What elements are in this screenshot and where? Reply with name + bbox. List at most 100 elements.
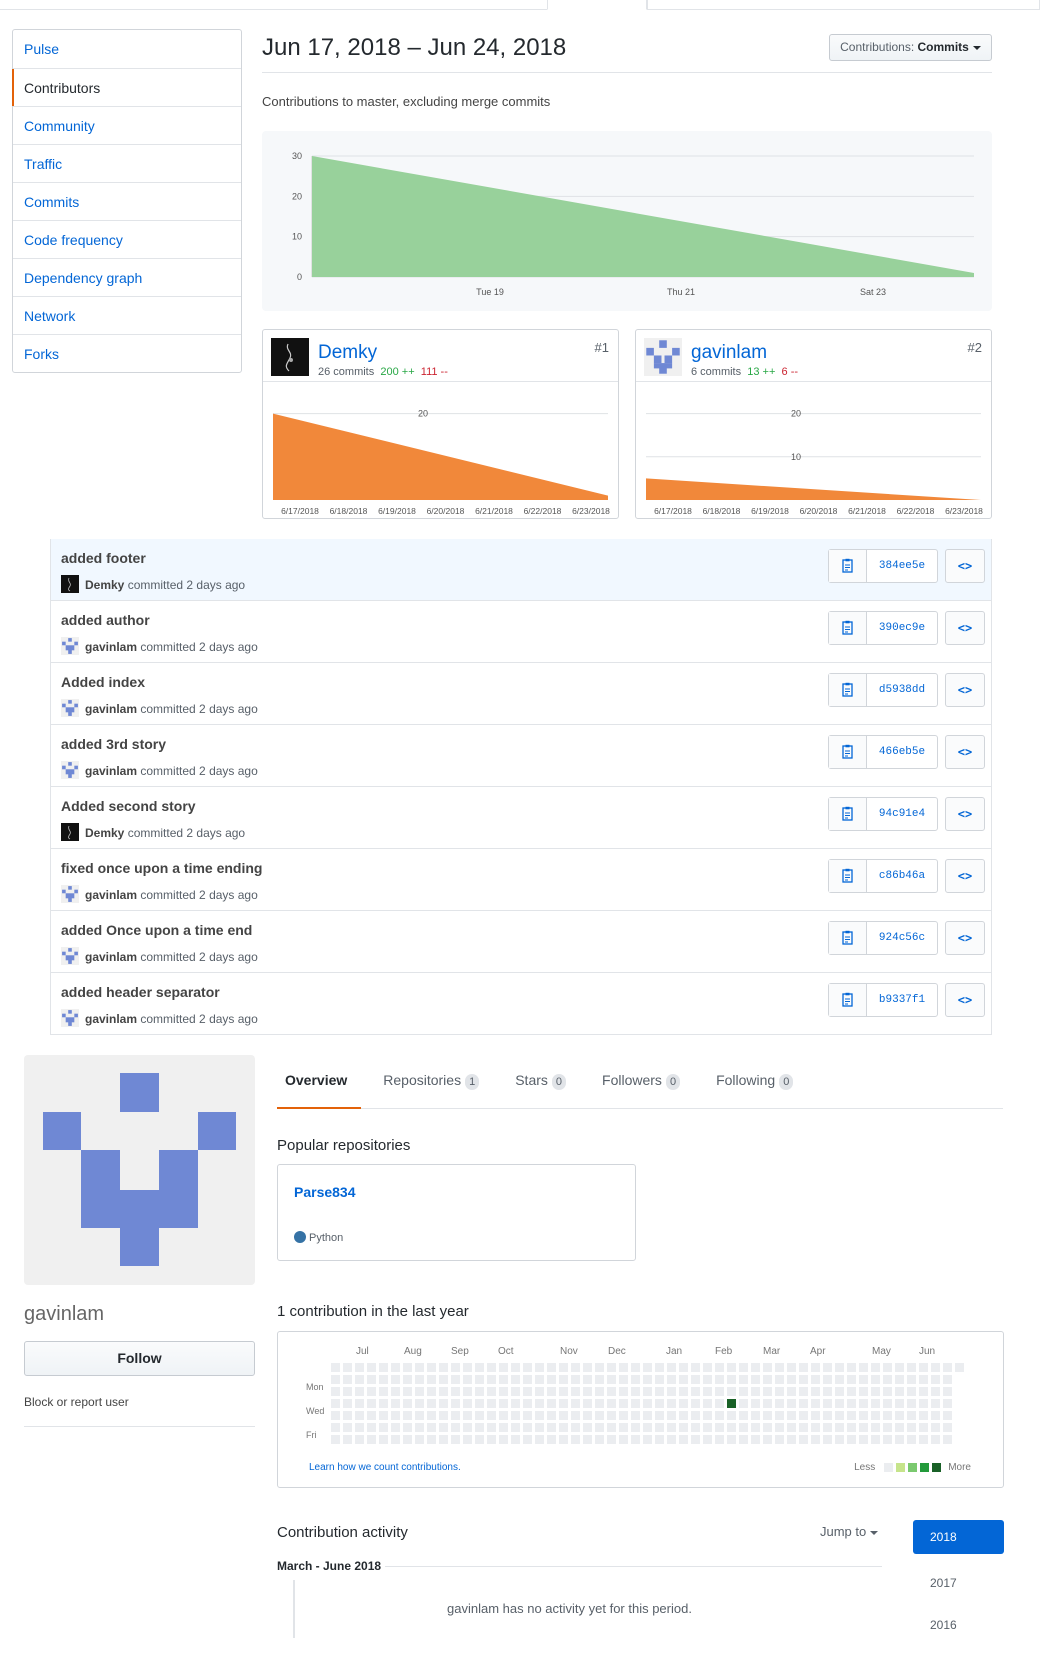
demky-avatar[interactable] — [271, 338, 309, 376]
calendar-day[interactable] — [715, 1387, 724, 1396]
calendar-day[interactable] — [379, 1387, 388, 1396]
calendar-day[interactable] — [883, 1423, 892, 1432]
calendar-day[interactable] — [907, 1435, 916, 1444]
calendar-day[interactable] — [535, 1411, 544, 1420]
calendar-day[interactable] — [691, 1363, 700, 1372]
calendar-day[interactable] — [667, 1399, 676, 1408]
calendar-day[interactable] — [799, 1411, 808, 1420]
calendar-day[interactable] — [403, 1387, 412, 1396]
calendar-day[interactable] — [415, 1387, 424, 1396]
calendar-day[interactable] — [799, 1435, 808, 1444]
commit-author[interactable]: Demky — [85, 826, 124, 840]
top-tab[interactable] — [647, 0, 1040, 10]
calendar-day[interactable] — [739, 1375, 748, 1384]
calendar-day[interactable] — [859, 1375, 868, 1384]
calendar-day[interactable] — [943, 1387, 952, 1396]
calendar-day[interactable] — [871, 1387, 880, 1396]
calendar-day[interactable] — [559, 1411, 568, 1420]
browse-files-button[interactable]: <> — [945, 983, 985, 1017]
calendar-day[interactable] — [943, 1399, 952, 1408]
calendar-day[interactable] — [571, 1423, 580, 1432]
commit-sha-link[interactable]: 384ee5e — [867, 550, 937, 582]
calendar-day[interactable] — [895, 1423, 904, 1432]
calendar-day[interactable] — [547, 1423, 556, 1432]
calendar-day[interactable] — [487, 1411, 496, 1420]
calendar-day[interactable] — [679, 1387, 688, 1396]
calendar-day[interactable] — [523, 1423, 532, 1432]
calendar-day[interactable] — [739, 1387, 748, 1396]
author-avatar[interactable] — [61, 575, 79, 593]
calendar-day[interactable] — [571, 1363, 580, 1372]
tab-followers[interactable]: Followers 0 — [594, 1064, 694, 1109]
calendar-day[interactable] — [787, 1411, 796, 1420]
contributor-name[interactable]: gavinlam — [691, 342, 767, 364]
calendar-day[interactable] — [559, 1399, 568, 1408]
calendar-day[interactable] — [415, 1399, 424, 1408]
calendar-day[interactable] — [463, 1423, 472, 1432]
calendar-day[interactable] — [439, 1435, 448, 1444]
calendar-day[interactable] — [343, 1375, 352, 1384]
calendar-day[interactable] — [631, 1363, 640, 1372]
calendar-day[interactable] — [595, 1363, 604, 1372]
calendar-day[interactable] — [343, 1411, 352, 1420]
calendar-day[interactable] — [355, 1423, 364, 1432]
calendar-day[interactable] — [439, 1399, 448, 1408]
calendar-day[interactable] — [871, 1375, 880, 1384]
calendar-day[interactable] — [475, 1363, 484, 1372]
calendar-day[interactable] — [835, 1375, 844, 1384]
calendar-day[interactable] — [523, 1411, 532, 1420]
commit-author[interactable]: gavinlam — [85, 1012, 137, 1026]
year-2018-button[interactable]: 2018 — [913, 1520, 1004, 1554]
calendar-day[interactable] — [547, 1375, 556, 1384]
menu-item-network[interactable]: Network — [13, 296, 241, 334]
calendar-day[interactable] — [451, 1363, 460, 1372]
calendar-day[interactable] — [355, 1387, 364, 1396]
browse-files-button[interactable]: <> — [945, 549, 985, 583]
calendar-day[interactable] — [487, 1375, 496, 1384]
calendar-day[interactable] — [859, 1363, 868, 1372]
calendar-day[interactable] — [391, 1363, 400, 1372]
browse-files-button[interactable]: <> — [945, 611, 985, 645]
calendar-day[interactable] — [871, 1363, 880, 1372]
calendar-day[interactable] — [859, 1423, 868, 1432]
calendar-day[interactable] — [739, 1363, 748, 1372]
commit-sha-link[interactable]: 466eb5e — [867, 736, 937, 768]
calendar-day[interactable] — [931, 1375, 940, 1384]
calendar-day[interactable] — [787, 1399, 796, 1408]
calendar-day[interactable] — [823, 1399, 832, 1408]
calendar-day[interactable] — [859, 1411, 868, 1420]
calendar-day[interactable] — [475, 1375, 484, 1384]
calendar-day[interactable] — [379, 1375, 388, 1384]
calendar-day[interactable] — [907, 1375, 916, 1384]
calendar-day[interactable] — [919, 1411, 928, 1420]
calendar-day[interactable] — [895, 1399, 904, 1408]
block-report-link[interactable]: Block or report user — [24, 1395, 129, 1409]
calendar-day[interactable] — [787, 1375, 796, 1384]
calendar-day[interactable] — [487, 1435, 496, 1444]
calendar-day[interactable] — [439, 1375, 448, 1384]
calendar-day[interactable] — [883, 1363, 892, 1372]
calendar-day[interactable] — [775, 1387, 784, 1396]
calendar-day[interactable] — [511, 1387, 520, 1396]
calendar-day[interactable] — [463, 1399, 472, 1408]
calendar-day[interactable] — [571, 1399, 580, 1408]
calendar-day[interactable] — [511, 1399, 520, 1408]
calendar-day[interactable] — [427, 1423, 436, 1432]
calendar-day[interactable] — [883, 1375, 892, 1384]
calendar-day[interactable] — [847, 1435, 856, 1444]
calendar-day[interactable] — [895, 1435, 904, 1444]
calendar-day[interactable] — [787, 1435, 796, 1444]
calendar-day[interactable] — [895, 1411, 904, 1420]
calendar-day[interactable] — [823, 1375, 832, 1384]
calendar-day[interactable] — [919, 1375, 928, 1384]
calendar-day[interactable] — [787, 1423, 796, 1432]
copy-sha-button[interactable] — [829, 550, 867, 582]
follow-button[interactable]: Follow — [24, 1341, 255, 1376]
commit-message-link[interactable]: Added second story — [61, 798, 196, 814]
calendar-day[interactable] — [847, 1363, 856, 1372]
calendar-day[interactable] — [931, 1363, 940, 1372]
calendar-day[interactable] — [931, 1423, 940, 1432]
calendar-day[interactable] — [763, 1363, 772, 1372]
calendar-day[interactable] — [655, 1435, 664, 1444]
calendar-day[interactable] — [655, 1375, 664, 1384]
